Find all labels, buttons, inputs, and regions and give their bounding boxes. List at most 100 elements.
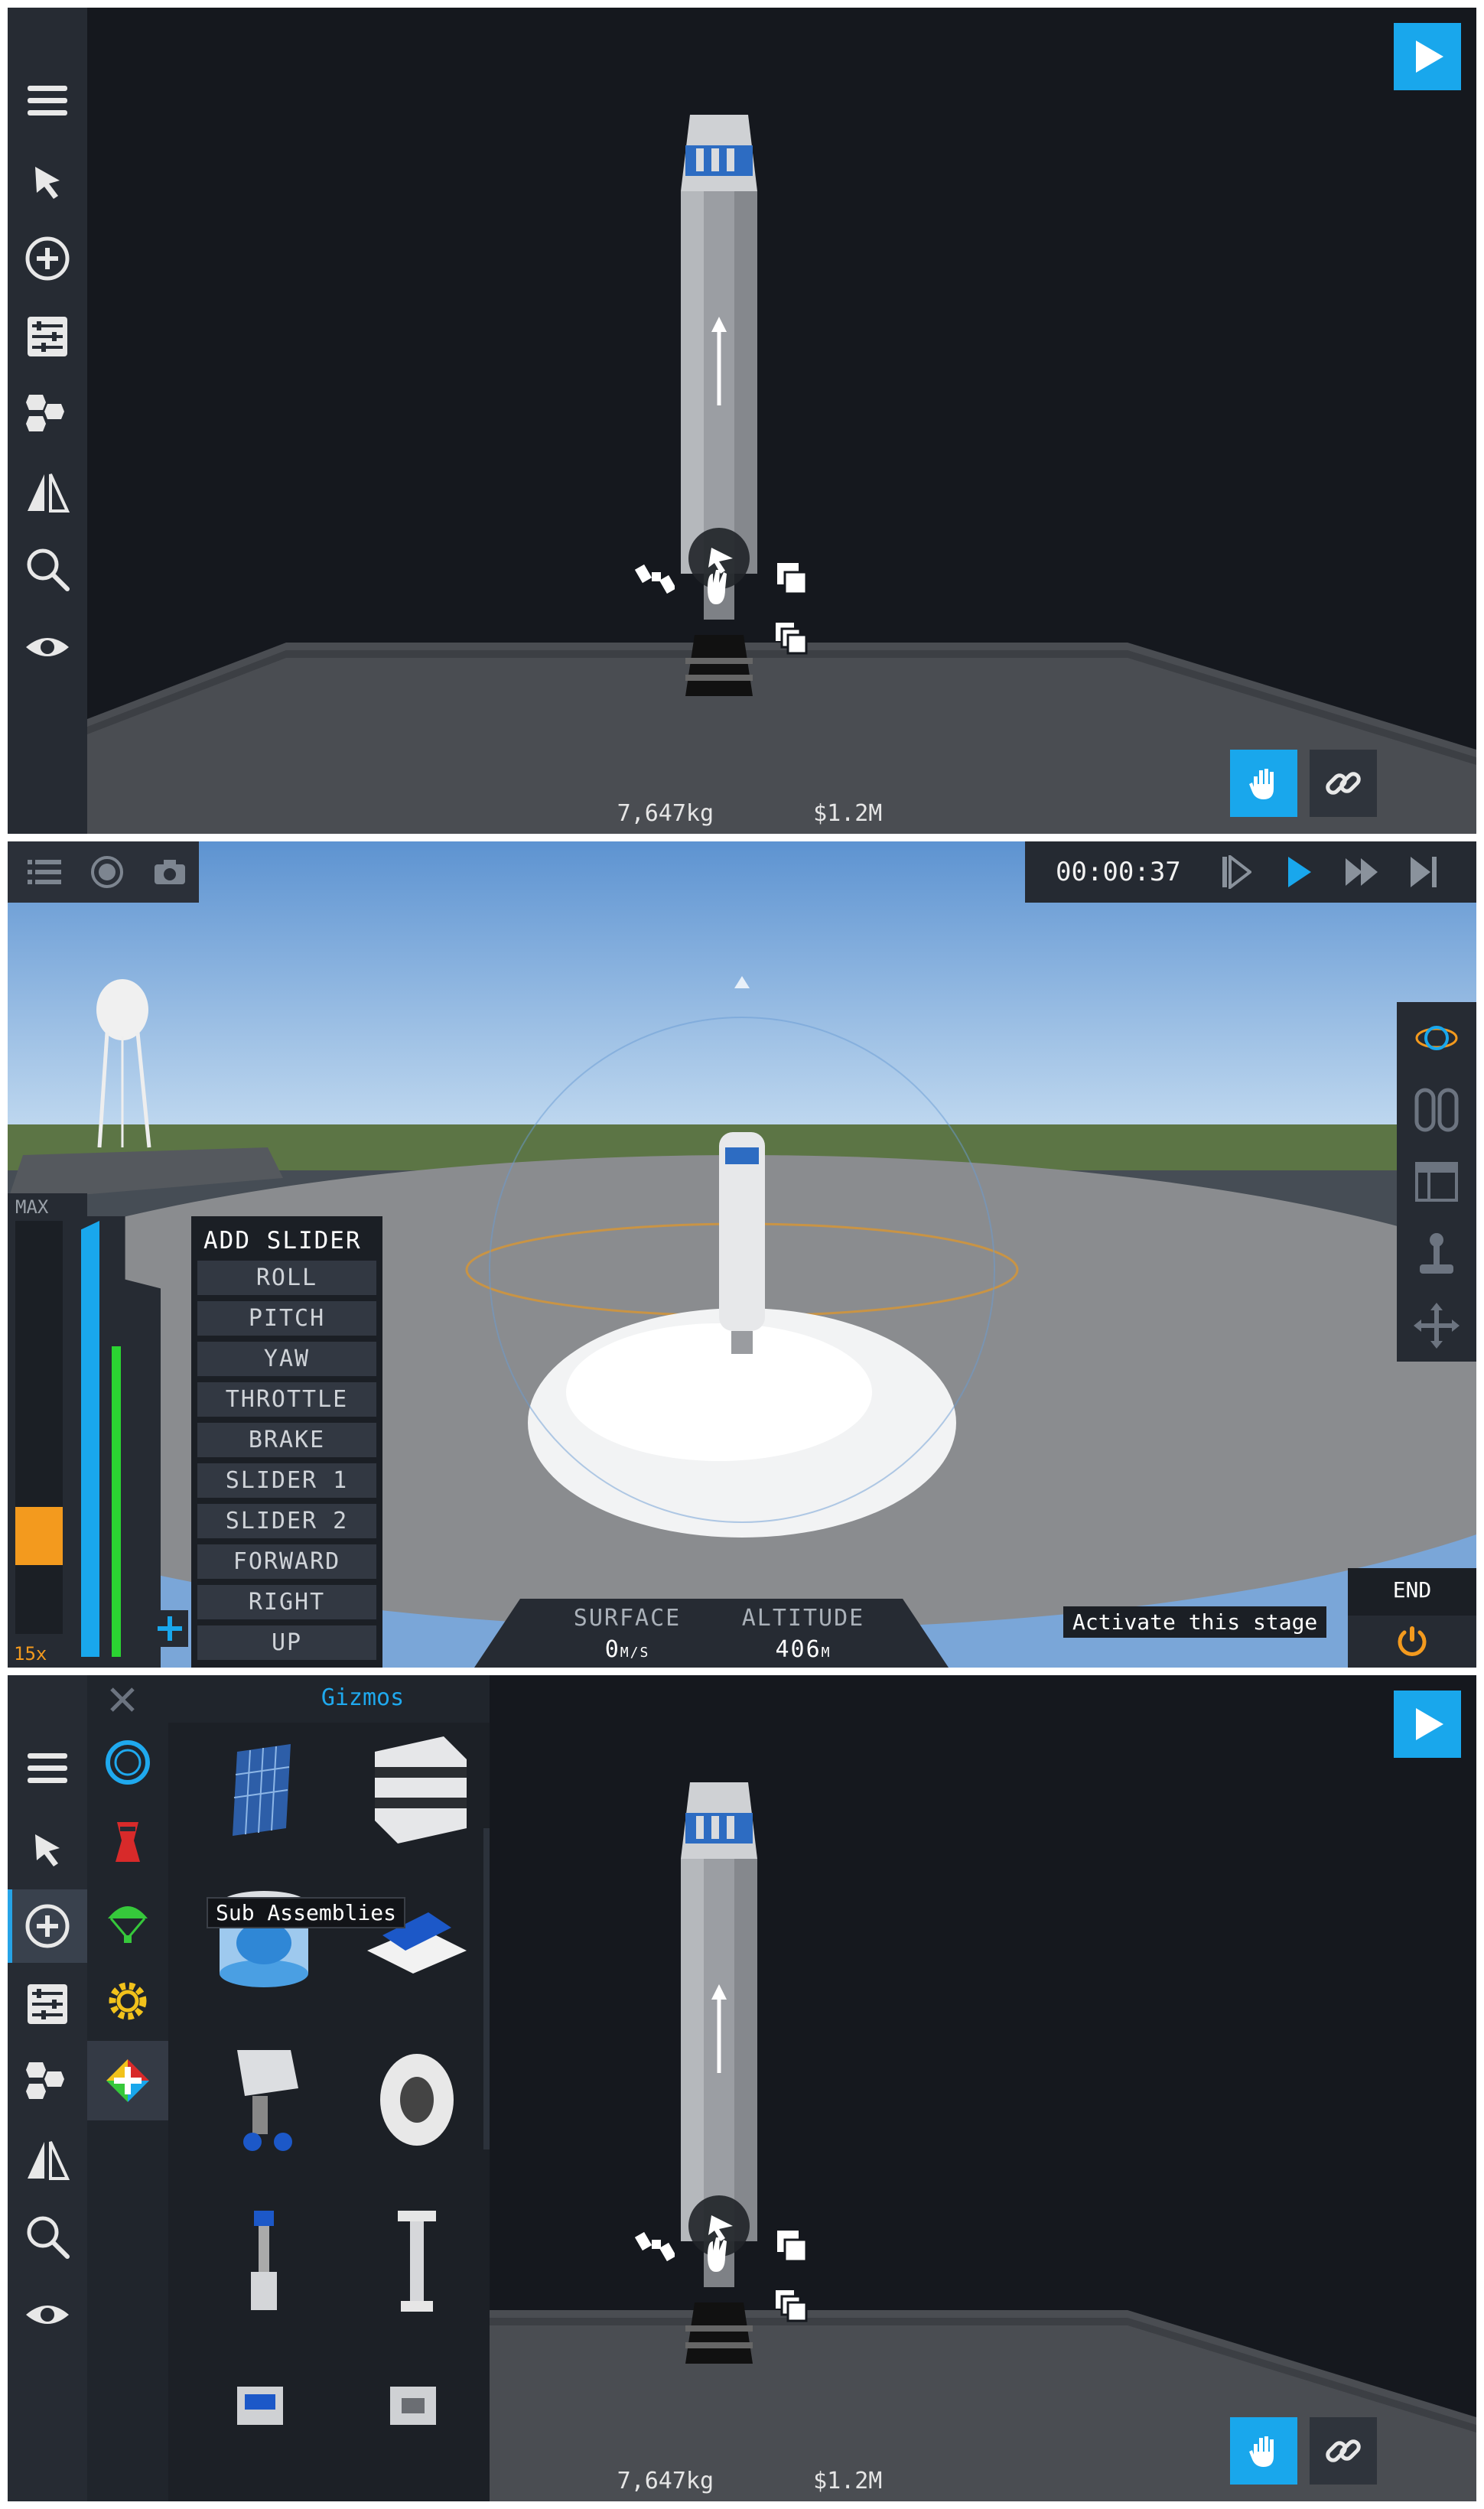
parts-category-title: Gizmos <box>321 1684 405 1711</box>
move-arrows-icon <box>1414 1303 1460 1349</box>
flight-view: 00:00:37 MAX 15x ADD SLIDER ROLL PITCH Y… <box>8 841 1476 1668</box>
surface-value: 0 <box>604 1636 620 1663</box>
part-strut[interactable] <box>360 2203 474 2318</box>
category-sub-assemblies[interactable] <box>87 2041 168 2120</box>
slider-option-up[interactable]: UP <box>197 1625 376 1660</box>
slider-option-roll[interactable]: ROLL <box>197 1261 376 1295</box>
view-button[interactable] <box>8 610 87 684</box>
sub-assembly-icon <box>106 2059 149 2102</box>
skip-button[interactable] <box>1403 851 1446 893</box>
part-fairing-block[interactable] <box>360 1729 474 1844</box>
category-propulsion[interactable] <box>87 1802 168 1882</box>
plus-icon <box>158 1616 182 1641</box>
slider-option-pitch[interactable]: PITCH <box>197 1301 376 1336</box>
designer-view-parts: Gizmos 7,647kg $1.2M <box>8 1675 1476 2501</box>
record-button[interactable] <box>84 849 130 895</box>
nav-toggle-button[interactable] <box>1397 1074 1476 1146</box>
pause-step-button[interactable] <box>1215 851 1258 893</box>
designer-toolbar <box>8 8 87 834</box>
part-landing-leg[interactable] <box>207 2042 321 2157</box>
symmetry-button-2[interactable] <box>8 2123 87 2197</box>
search-button[interactable] <box>8 532 87 606</box>
warp-indicator <box>15 1507 63 1565</box>
select-tool-button-2[interactable] <box>8 1813 87 1886</box>
orbit-view-button[interactable] <box>1397 1002 1476 1074</box>
altitude-label: ALTITUDE <box>741 1605 865 1632</box>
category-structural[interactable] <box>87 1723 168 1802</box>
part-wheel[interactable] <box>360 2042 474 2157</box>
pan-tool-button[interactable] <box>1230 750 1297 817</box>
throttle-track[interactable] <box>15 1221 63 1634</box>
part-piston[interactable] <box>207 2203 321 2318</box>
slider-option-slider-2[interactable]: SLIDER 2 <box>197 1504 376 1538</box>
pan-tool-button-2[interactable] <box>1230 2417 1297 2485</box>
altitude-value: 406 <box>775 1636 822 1663</box>
activate-stage-button[interactable] <box>1348 1616 1476 1668</box>
craft-stats-bar: 7,647kg $1.2M <box>482 792 1017 834</box>
select-tool-button[interactable] <box>8 145 87 219</box>
slider-option-brake[interactable]: BRAKE <box>197 1423 376 1457</box>
satellite-icon[interactable] <box>635 558 675 598</box>
slider-option-right[interactable]: RIGHT <box>197 1585 376 1619</box>
duplicate-icon[interactable] <box>773 2226 812 2266</box>
play-button[interactable] <box>1277 851 1320 893</box>
flight-right-toolbar <box>1397 1002 1476 1362</box>
slider-option-slider-1[interactable]: SLIDER 1 <box>197 1463 376 1498</box>
translate-button[interactable] <box>1397 1290 1476 1362</box>
search-icon <box>27 2216 70 2259</box>
joystick-button[interactable] <box>1397 1218 1476 1290</box>
add-part-button[interactable] <box>8 222 87 295</box>
surface-unit: M/S <box>620 1645 650 1661</box>
launch-play-button[interactable] <box>1394 23 1461 90</box>
properties-button[interactable] <box>8 300 87 373</box>
connection-tool-button-2[interactable] <box>1310 2417 1377 2485</box>
part-clamp[interactable] <box>360 2364 474 2478</box>
throttle-max-label: MAX <box>15 1196 49 1218</box>
slider-option-forward[interactable]: FORWARD <box>197 1544 376 1579</box>
menu-button[interactable] <box>8 64 87 138</box>
duplicate-group-icon[interactable] <box>773 620 812 659</box>
flight-menu-bar <box>8 841 199 903</box>
satellite-icon[interactable] <box>635 2226 675 2266</box>
list-menu-icon <box>28 860 61 884</box>
cost-readout: $1.2M <box>813 799 883 827</box>
parts-scrollbar[interactable] <box>483 1828 490 2149</box>
duplicate-icon[interactable] <box>773 558 812 598</box>
menu-button-2[interactable] <box>8 1732 87 1805</box>
engine-icon <box>116 1822 140 1862</box>
fast-forward-button[interactable] <box>1340 851 1383 893</box>
staging-button-2[interactable] <box>8 2045 87 2119</box>
cost-readout: $1.2M <box>813 2467 883 2494</box>
part-docking-port[interactable] <box>207 2364 321 2478</box>
symmetry-button[interactable] <box>8 456 87 529</box>
screenshot-button[interactable] <box>147 849 193 895</box>
menu-icon <box>28 1753 67 1783</box>
connection-tool-button[interactable] <box>1310 750 1377 817</box>
add-part-button-2[interactable] <box>8 1889 87 1963</box>
close-icon[interactable] <box>104 1681 141 1718</box>
category-gizmos[interactable] <box>87 1961 168 2041</box>
slider-option-throttle[interactable]: THROTTLE <box>197 1382 376 1417</box>
warp-label: 15x <box>14 1643 47 1665</box>
designer-toolbar-2 <box>8 1675 87 2501</box>
add-part-icon <box>25 1904 70 1948</box>
ring-icon <box>106 1740 150 1785</box>
part-solar-panel[interactable] <box>207 1736 321 1851</box>
surface-label: SURFACE <box>573 1605 682 1632</box>
category-parachutes[interactable] <box>87 1882 168 1961</box>
throttle-level-bar[interactable] <box>81 1221 99 1657</box>
view-button-2[interactable] <box>8 2278 87 2351</box>
flight-clock: 00:00:37 <box>1056 857 1181 887</box>
staging-button[interactable] <box>8 378 87 451</box>
add-slider-button[interactable] <box>151 1610 188 1647</box>
launch-play-button-2[interactable] <box>1394 1691 1461 1758</box>
properties-icon <box>28 317 67 356</box>
panel-toggle-button[interactable] <box>1397 1146 1476 1218</box>
flight-menu-button[interactable] <box>21 849 67 895</box>
staging-icon <box>26 2062 64 2099</box>
properties-button-2[interactable] <box>8 1967 87 2041</box>
slider-option-yaw[interactable]: YAW <box>197 1342 376 1376</box>
craft-stats-bar-2: 7,647kg $1.2M <box>482 2460 1017 2501</box>
search-button-2[interactable] <box>8 2200 87 2273</box>
duplicate-group-icon[interactable] <box>773 2287 812 2327</box>
